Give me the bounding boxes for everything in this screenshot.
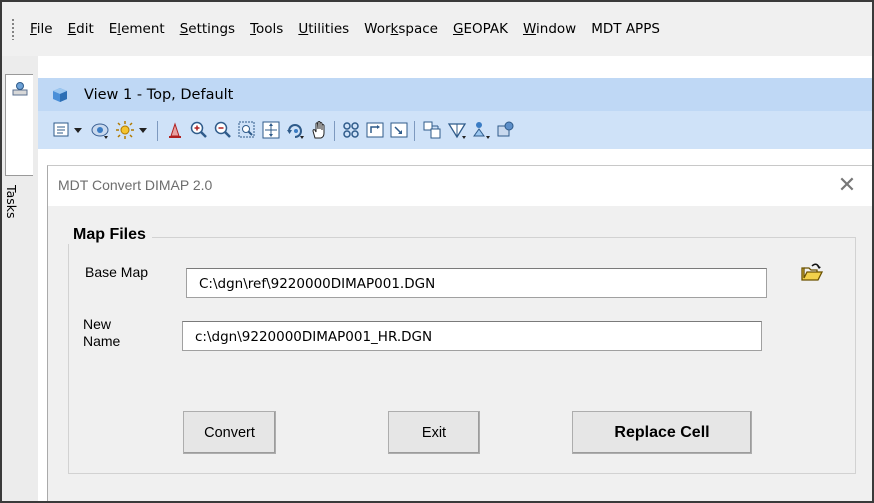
view-previous-icon[interactable] bbox=[341, 120, 361, 140]
base-map-input[interactable]: C:\dgn\ref\9220000DIMAP001.DGN bbox=[186, 268, 767, 298]
view-attributes-icon[interactable] bbox=[90, 120, 110, 140]
close-button[interactable]: ✕ bbox=[836, 174, 858, 196]
rotate-view-icon[interactable] bbox=[285, 120, 305, 140]
lighting-icon[interactable] bbox=[115, 120, 135, 140]
view-title: View 1 - Top, Default bbox=[84, 86, 234, 103]
element-selection-icon[interactable] bbox=[52, 120, 72, 140]
view-cube-icon bbox=[53, 87, 67, 102]
new-name-label: New Name bbox=[83, 316, 121, 349]
view-title-bar: View 1 - Top, Default bbox=[38, 78, 872, 111]
browse-folder-icon[interactable] bbox=[800, 261, 824, 285]
clip-mask-icon[interactable] bbox=[422, 120, 442, 140]
menu-utilities[interactable]: Utilities bbox=[298, 21, 349, 37]
window-area-icon[interactable] bbox=[237, 120, 257, 140]
tasks-label: Tasks bbox=[4, 185, 19, 219]
dropdown-arrow-icon[interactable] bbox=[137, 120, 149, 140]
menu-workspace[interactable]: Workspace bbox=[364, 21, 438, 37]
view-toolbar bbox=[38, 111, 872, 149]
view-next-icon[interactable] bbox=[365, 120, 385, 140]
clip-volume-icon[interactable] bbox=[389, 120, 409, 140]
dialog-title: MDT Convert DIMAP 2.0 bbox=[58, 177, 213, 193]
dialog-title-bar[interactable]: MDT Convert DIMAP 2.0 ✕ bbox=[48, 166, 872, 206]
map-files-group-title: Map Files bbox=[68, 226, 152, 244]
zoom-out-icon[interactable] bbox=[213, 120, 233, 140]
convert-button[interactable]: Convert bbox=[183, 411, 276, 454]
menu-file[interactable]: File bbox=[30, 21, 53, 37]
menu-grip[interactable] bbox=[11, 18, 15, 40]
view-settings-icon[interactable] bbox=[495, 120, 515, 140]
fit-view-icon[interactable] bbox=[261, 120, 281, 140]
toolbar-separator bbox=[157, 121, 158, 141]
tasks-tab[interactable]: Tasks bbox=[4, 74, 33, 219]
exit-button[interactable]: Exit bbox=[388, 411, 480, 454]
menu-window[interactable]: Window bbox=[523, 21, 576, 37]
menu-edit[interactable]: Edit bbox=[68, 21, 94, 37]
toolbar-separator bbox=[414, 121, 415, 141]
base-map-label: Base Map bbox=[85, 264, 149, 280]
menu-bar: File Edit Element Settings Tools Utiliti… bbox=[2, 2, 872, 56]
dropdown-arrow-icon[interactable] bbox=[72, 120, 84, 140]
toolbar-separator bbox=[334, 121, 335, 141]
menu-element[interactable]: Element bbox=[109, 21, 165, 37]
pan-view-icon[interactable] bbox=[309, 120, 329, 140]
menu-settings[interactable]: Settings bbox=[180, 21, 235, 37]
new-name-input[interactable]: c:\dgn\9220000DIMAP001_HR.DGN bbox=[182, 321, 762, 351]
replace-cell-button[interactable]: Replace Cell bbox=[572, 411, 752, 454]
menu-geopak[interactable]: GEOPAK bbox=[453, 21, 508, 37]
zoom-in-icon[interactable] bbox=[189, 120, 209, 140]
tasks-icon bbox=[12, 82, 28, 96]
menu-tools[interactable]: Tools bbox=[250, 21, 283, 37]
update-view-icon[interactable] bbox=[165, 120, 185, 140]
convert-dialog: MDT Convert DIMAP 2.0 ✕ Map Files Base M… bbox=[47, 165, 872, 501]
change-view-perspective-icon[interactable] bbox=[447, 120, 467, 140]
menu-mdt-apps[interactable]: MDT APPS bbox=[591, 21, 660, 37]
view-display-mode-icon[interactable] bbox=[471, 120, 491, 140]
